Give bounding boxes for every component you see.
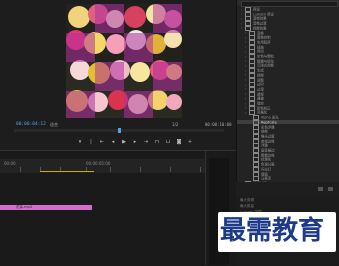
resolution-dropdown[interactable]: 1/2 <box>172 122 178 127</box>
play-icon[interactable]: ▶ <box>122 139 127 145</box>
ruler-start-label: 00:00 <box>4 161 16 166</box>
fit-dropdown[interactable]: 适合 <box>50 122 58 128</box>
timeline-clip[interactable]: 花朵.mp4 <box>0 205 92 210</box>
clip-label: 花朵.mp4 <box>16 205 32 209</box>
lift-icon[interactable]: ⊓ <box>155 139 160 145</box>
work-area-bar[interactable] <box>40 171 94 172</box>
info-line-2: 最大数量 <box>240 204 254 208</box>
go-to-in-icon[interactable]: ⇤ <box>100 139 105 145</box>
timeline-ruler[interactable]: 00:00 00:00:05:00 <box>0 159 205 173</box>
info-line-1: 最大剪辑 <box>240 198 254 202</box>
video-preview <box>66 4 182 118</box>
effects-panel-footer <box>236 182 339 196</box>
effects-panel: › 预设 › Lumetri 预设 › 音频效果 › 音频过渡 › 视频效果 › 变换 › 图像控制 › 实用… <box>236 0 339 196</box>
go-to-out-icon[interactable]: ⇥ <box>144 139 149 145</box>
extract-icon[interactable]: ⊔ <box>166 139 171 145</box>
new-bin-icon[interactable] <box>318 187 323 191</box>
playhead-icon[interactable] <box>118 128 121 133</box>
delete-icon[interactable] <box>328 187 333 191</box>
export-frame-icon[interactable]: ◙ <box>177 139 182 145</box>
mark-out-icon[interactable]: | <box>89 139 94 145</box>
step-forward-icon[interactable]: ▸ <box>133 139 138 145</box>
duration-timecode: 00:00:10:00 <box>205 122 232 127</box>
mark-in-icon[interactable]: ▾ <box>78 139 83 145</box>
watermark-text: 最需教育 <box>220 216 325 246</box>
monitor-scrubber[interactable] <box>14 128 224 133</box>
watermark-logo: 最需教育 <box>218 212 336 252</box>
panel-divider[interactable] <box>205 150 206 265</box>
step-back-icon[interactable]: ◂ <box>111 139 116 145</box>
button-editor-icon[interactable]: + <box>188 139 193 145</box>
transport-controls: ▾ | ⇤ ◂ ▶ ▸ ⇥ ⊓ ⊔ ◙ + <box>60 138 210 146</box>
ruler-mid-label: 00:00:05:00 <box>86 161 111 166</box>
current-timecode[interactable]: 00:00:04:12 <box>16 122 46 127</box>
